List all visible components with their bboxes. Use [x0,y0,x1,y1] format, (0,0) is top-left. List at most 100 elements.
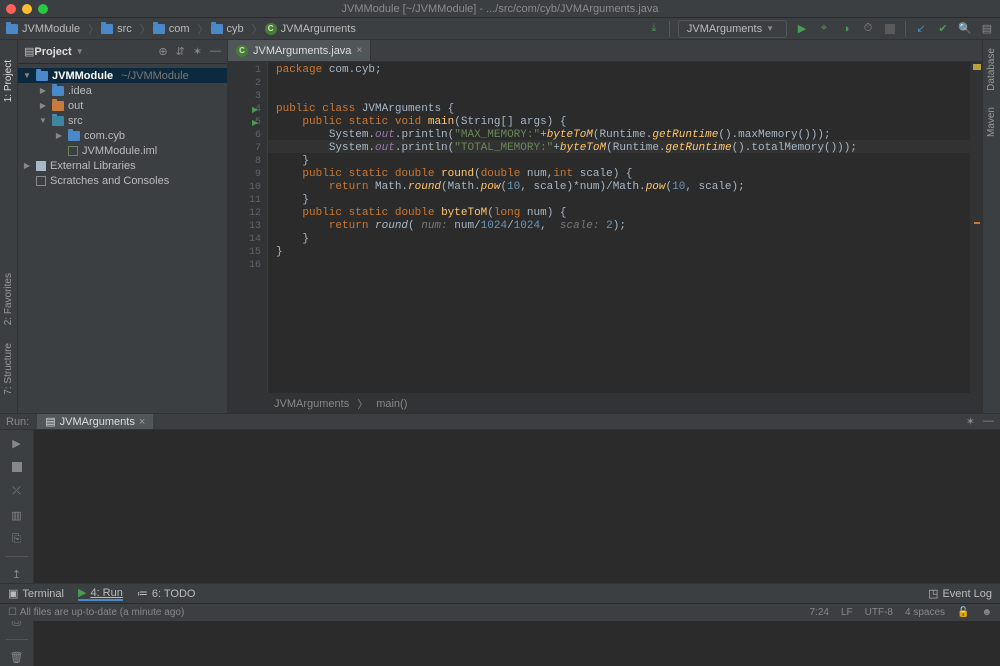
marker[interactable] [974,222,980,224]
expand-icon[interactable]: ▶ [38,101,48,110]
class-icon: C [265,23,277,35]
inspections-icon[interactable]: ☻ [981,607,992,618]
separator [6,639,28,640]
breadcrumb-label: cyb [227,23,244,35]
trash-button[interactable]: 🗑 [8,648,26,666]
search-everywhere-button[interactable]: 🔍 [958,22,972,36]
up-button[interactable]: ↥ [8,565,26,583]
chevron-down-icon[interactable]: ▼ [76,47,84,56]
folder-icon [211,24,223,34]
package-icon [68,131,80,141]
editor-crumb[interactable]: JVMArguments [274,398,349,410]
run-tool-label: Run: [6,416,29,428]
run-tool-button[interactable]: ▶ 4: Run [78,586,123,601]
structure-tool-tab[interactable]: 7: Structure [3,343,14,395]
tree-node-out[interactable]: ▶ out [18,98,227,113]
tree-node-package[interactable]: ▶ com.cyb [18,128,227,143]
project-tree[interactable]: ▼ JVMModule ~/JVMModule ▶ .idea ▶ out ▼ … [18,64,227,413]
editor-area: C JVMArguments.java × 1 2 3 ▶4 ▶5 6 7 8 … [228,40,982,413]
tree-node-external-libs[interactable]: ▶ External Libraries [18,158,227,173]
status-icon[interactable]: ☐ [8,607,17,618]
editor-tab[interactable]: C JVMArguments.java × [228,40,371,61]
run-console-output[interactable] [34,430,1000,666]
run-gutter-icon[interactable]: ▶ [252,118,258,128]
project-tool-title[interactable]: Project [34,46,71,58]
separator [669,21,670,37]
editor-breadcrumbs[interactable]: JVMArguments 〉 main() [228,393,982,413]
database-tool-tab[interactable]: Database [986,48,997,91]
vcs-update-button[interactable]: ↙ [914,22,928,36]
locate-icon[interactable]: ⊕ [158,45,167,58]
tree-label: .idea [68,85,92,97]
separator [905,21,906,37]
tree-node-src[interactable]: ▼ src [18,113,227,128]
ide-settings-button[interactable]: ▤ [980,22,994,36]
run-tool-tab[interactable]: ▤ JVMArguments × [37,414,153,429]
code-editor[interactable]: package com.cyb; public class JVMArgumen… [268,62,970,393]
close-icon[interactable]: × [356,45,362,56]
window-titlebar: JVMModule [~/JVMModule] - .../src/com/cy… [0,0,1000,18]
terminal-icon: ▣ [8,587,18,600]
tree-label: External Libraries [50,160,136,172]
warning-indicator[interactable] [973,64,981,70]
expand-icon[interactable]: ▼ [22,71,32,80]
project-view-dropdown[interactable]: ▤ [24,45,34,58]
run-gutter-icon[interactable]: ▶ [252,105,258,115]
caret-position[interactable]: 7:24 [810,607,829,618]
close-icon[interactable]: × [139,416,145,428]
breadcrumb-com[interactable]: com [153,23,190,35]
expand-icon[interactable]: ▶ [38,86,48,95]
file-encoding[interactable]: UTF-8 [865,607,893,618]
indent-setting[interactable]: 4 spaces [905,607,945,618]
event-log-button[interactable]: ◳ Event Log [928,587,992,600]
breadcrumb-root[interactable]: JVMModule [6,23,80,35]
collapse-all-icon[interactable]: ⇵ [176,45,185,58]
editor-error-stripe[interactable] [970,62,982,393]
expand-icon[interactable]: ▶ [54,131,64,140]
rerun-button[interactable]: ▶ [8,434,26,452]
breadcrumb-label: JVMModule [22,23,80,35]
tree-node-iml[interactable]: JVMModule.iml [18,143,227,158]
run-tool-toolbar: ▶ ⤫ ▥ ⎘ ↥ ↧ ⎙ 🗑 [0,430,34,666]
breadcrumb-cyb[interactable]: cyb [211,23,244,35]
editor-crumb[interactable]: main() [376,398,407,410]
stop-button[interactable] [8,458,26,476]
expand-icon[interactable]: ▶ [22,161,32,170]
folder-icon [6,24,18,34]
debug-button[interactable]: ⌖ [817,22,831,36]
layout-button[interactable]: ▥ [8,506,26,524]
tree-node-idea[interactable]: ▶ .idea [18,83,227,98]
gear-icon[interactable]: ✶ [193,45,202,58]
iml-icon [68,146,78,156]
todo-tool-button[interactable]: ≔ 6: TODO [137,587,196,600]
editor-gutter[interactable]: 1 2 3 ▶4 ▶5 6 7 8 9 10 11 12 13 14 15 16 [228,62,268,393]
separator [6,556,28,557]
tree-node-root[interactable]: ▼ JVMModule ~/JVMModule [18,68,227,83]
maven-tool-tab[interactable]: Maven [986,107,997,137]
hide-icon[interactable]: — [983,415,994,428]
breadcrumb-src[interactable]: src [101,23,132,35]
expand-icon[interactable]: ▼ [38,116,48,125]
line-separator[interactable]: LF [841,607,853,618]
tree-node-scratches[interactable]: Scratches and Consoles [18,173,227,188]
coverage-button[interactable]: ◑ [839,22,853,36]
breadcrumb-label: JVMArguments [281,23,356,35]
hide-icon[interactable]: — [210,45,221,58]
run-configuration-dropdown[interactable]: JVMArguments ▼ [678,20,787,38]
run-tool-header: Run: ▤ JVMArguments × ✶ — [0,414,1000,430]
vcs-commit-button[interactable]: ✔ [936,22,950,36]
pin-button[interactable]: ⎘ [8,530,26,548]
navigation-bar: JVMModule 〉 src 〉 com 〉 cyb 〉 C JVMArgum… [0,18,1000,40]
profile-button[interactable]: ⏱ [861,22,875,36]
breadcrumb-class[interactable]: C JVMArguments [265,23,356,35]
gear-icon[interactable]: ✶ [966,415,975,428]
stop-button[interactable] [883,22,897,36]
project-tool-tab[interactable]: 1: Project [3,60,14,102]
terminal-tool-button[interactable]: ▣ Terminal [8,587,64,600]
exit-button[interactable]: ⤫ [8,482,26,500]
build-button[interactable]: ⤓ [647,22,661,36]
run-button[interactable]: ▶ [795,22,809,36]
todo-icon: ≔ [137,587,148,600]
favorites-tool-tab[interactable]: 2: Favorites [3,273,14,325]
readonly-lock-icon[interactable]: 🔓 [957,607,969,618]
